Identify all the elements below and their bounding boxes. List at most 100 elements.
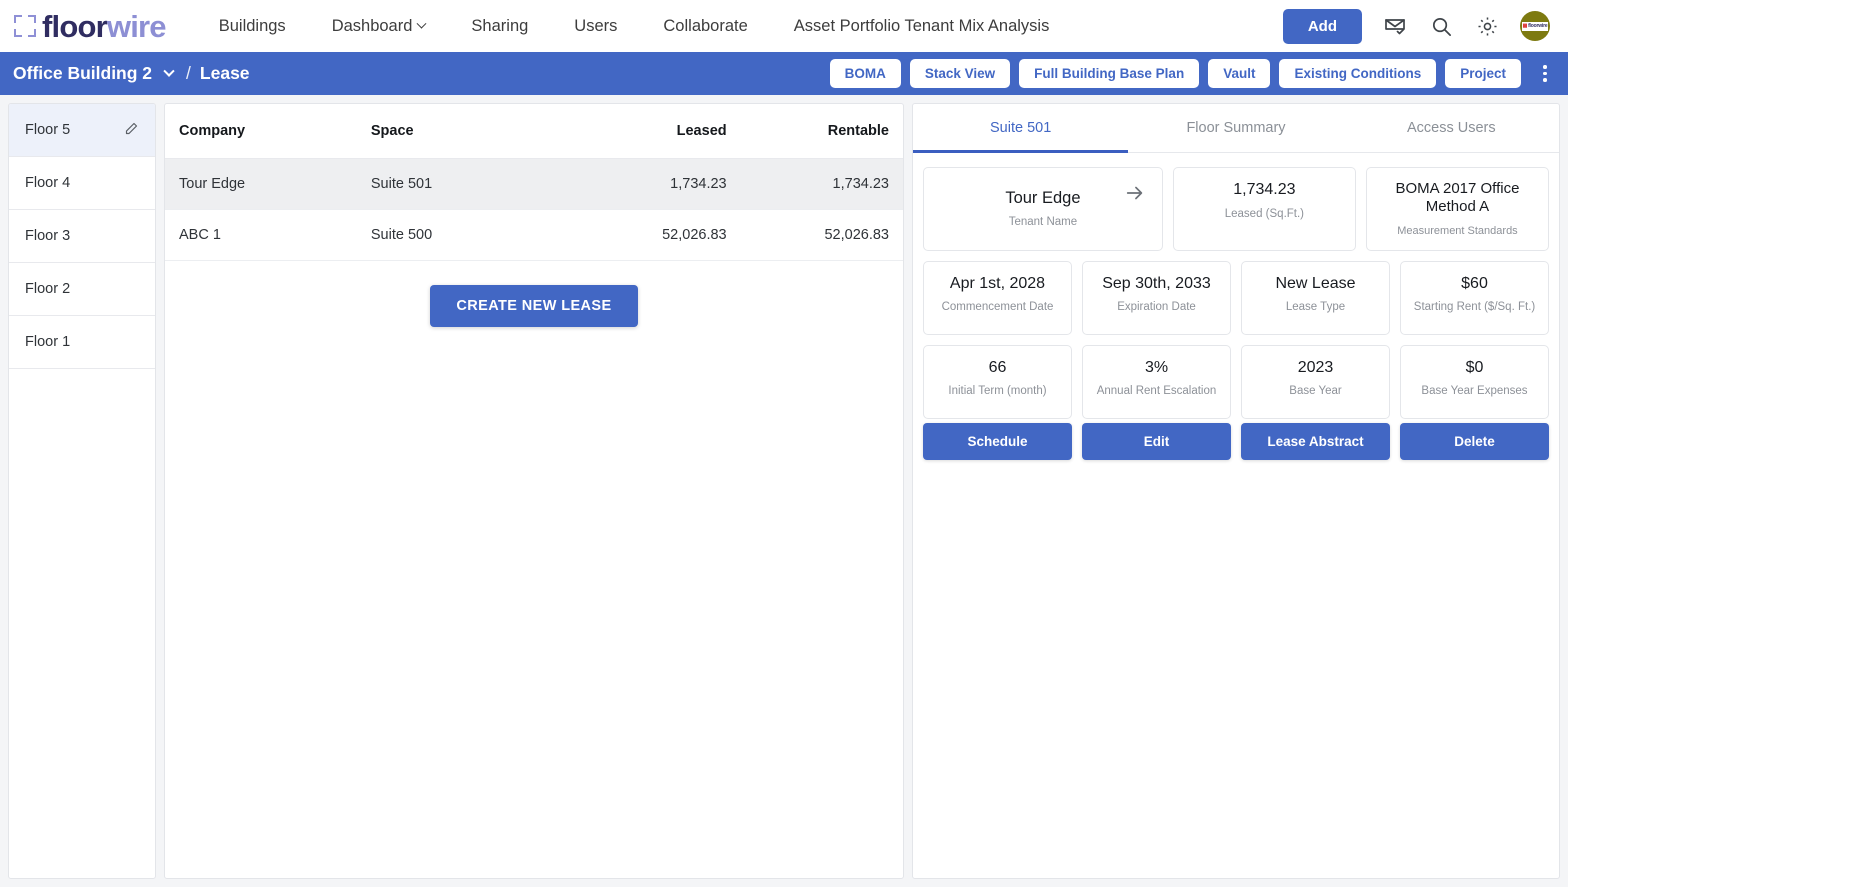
top-nav-right-actions: Add ▦ floorwire xyxy=(1282,8,1550,44)
nav-item-sharing[interactable]: Sharing xyxy=(448,17,551,36)
breadcrumb-separator: / xyxy=(186,63,191,83)
card-value: 66 xyxy=(988,358,1007,376)
nav-item-asset-portfolio-tenant-mix-analysis[interactable]: Asset Portfolio Tenant Mix Analysis xyxy=(771,17,1073,36)
edit-pencil-icon[interactable] xyxy=(124,121,139,140)
search-icon[interactable] xyxy=(1428,13,1454,39)
full-building-base-plan-button[interactable]: Full Building Base Plan xyxy=(1019,59,1200,88)
lease-detail-panel: Suite 501 Floor Summary Access Users Tou… xyxy=(912,103,1560,879)
cell-space: Suite 501 xyxy=(356,158,579,210)
card-label: Starting Rent ($/Sq. Ft.) xyxy=(1413,301,1536,314)
project-button[interactable]: Project xyxy=(1445,59,1521,88)
card-value: New Lease xyxy=(1275,274,1356,292)
card-leased-sqft: 1,734.23 Leased (Sq.Ft.) xyxy=(1172,167,1356,251)
table-row[interactable]: Tour Edge Suite 501 1,734.23 1,734.23 xyxy=(165,158,903,210)
table-row[interactable]: ABC 1 Suite 500 52,026.83 52,026.83 xyxy=(165,209,903,261)
boma-button[interactable]: BOMA xyxy=(829,59,901,88)
lease-abstract-button[interactable]: Lease Abstract xyxy=(1241,422,1390,460)
more-options-kebab-icon[interactable] xyxy=(1534,61,1556,87)
logo-bracket-icon xyxy=(14,15,36,37)
building-dropdown-chevron-icon[interactable] xyxy=(163,65,175,77)
card-label: Annual Rent Escalation xyxy=(1096,385,1217,398)
card-starting-rent: $60 Starting Rent ($/Sq. Ft.) xyxy=(1400,260,1549,335)
detail-tabs: Suite 501 Floor Summary Access Users xyxy=(913,104,1559,153)
nav-label-buildings: Buildings xyxy=(218,16,286,35)
lease-table-body: Tour Edge Suite 501 1,734.23 1,734.23 AB… xyxy=(165,158,903,261)
detail-card-row-1: Tour Edge Tenant Name 1,734.23 Leased (S… xyxy=(923,167,1549,251)
card-value: 2023 xyxy=(1297,358,1334,376)
cell-rentable: 52,026.83 xyxy=(740,209,903,261)
nav-item-collaborate[interactable]: Collaborate xyxy=(640,17,770,36)
go-to-tenant-arrow-icon[interactable] xyxy=(1124,182,1146,209)
card-label: Leased (Sq.Ft.) xyxy=(1224,207,1305,220)
card-tenant-name[interactable]: Tour Edge Tenant Name xyxy=(923,167,1163,251)
logo-text-floor: floor xyxy=(42,8,108,44)
floor-list-item-floor-5[interactable]: Floor 5 xyxy=(9,104,155,157)
tab-floor-summary[interactable]: Floor Summary xyxy=(1128,104,1343,153)
existing-conditions-button[interactable]: Existing Conditions xyxy=(1279,59,1437,88)
table-header-row: Company Space Leased Rentable xyxy=(165,104,903,159)
main-content: Floor 5 Floor 4 Floor 3 Floor 2 Floor 1 xyxy=(0,95,1568,887)
cell-space: Suite 500 xyxy=(356,209,579,261)
column-header-company[interactable]: Company xyxy=(165,104,357,159)
app-logo[interactable]: floorwire xyxy=(14,8,167,44)
floor-list-item-floor-2[interactable]: Floor 2 xyxy=(9,263,155,316)
card-label: Initial Term (month) xyxy=(948,385,1047,398)
create-new-lease-button[interactable]: CREATE NEW LEASE xyxy=(430,285,638,327)
card-label: Tenant Name xyxy=(1008,216,1078,229)
detail-cards: Tour Edge Tenant Name 1,734.23 Leased (S… xyxy=(913,153,1559,419)
floor-list-item-floor-1[interactable]: Floor 1 xyxy=(9,316,155,369)
card-value: Sep 30th, 2033 xyxy=(1102,274,1211,292)
cell-leased: 52,026.83 xyxy=(578,209,741,261)
card-label: Lease Type xyxy=(1285,301,1346,314)
avatar-logo-text: floorwire xyxy=(1528,23,1548,29)
floor-list: Floor 5 Floor 4 Floor 3 Floor 2 Floor 1 xyxy=(8,103,156,879)
breadcrumb-building[interactable]: Office Building 2 xyxy=(13,63,152,84)
card-base-year-expenses: $0 Base Year Expenses xyxy=(1400,344,1549,419)
breadcrumb-current: Lease xyxy=(199,63,250,83)
card-value: 3% xyxy=(1144,358,1169,376)
card-value: $0 xyxy=(1465,358,1484,376)
floor-label: Floor 4 xyxy=(25,175,71,191)
tab-suite-501[interactable]: Suite 501 xyxy=(913,104,1129,153)
cell-company: Tour Edge xyxy=(165,158,357,210)
floor-list-item-floor-3[interactable]: Floor 3 xyxy=(9,210,155,263)
stack-view-button[interactable]: Stack View xyxy=(909,59,1011,88)
edit-button[interactable]: Edit xyxy=(1082,422,1231,460)
lease-action-buttons: Schedule Edit Lease Abstract Delete xyxy=(913,419,1559,460)
primary-nav-links: Buildings Dashboard Sharing Users Collab… xyxy=(196,17,1073,36)
schedule-button[interactable]: Schedule xyxy=(923,422,1072,460)
user-avatar[interactable]: ▦ floorwire xyxy=(1520,11,1550,41)
tab-access-users[interactable]: Access Users xyxy=(1344,104,1559,153)
card-measurement-standards: BOMA 2017 Office Method A Measurement St… xyxy=(1365,167,1549,251)
column-header-rentable[interactable]: Rentable xyxy=(740,104,903,159)
detail-card-row-2: Apr 1st, 2028 Commencement Date Sep 30th… xyxy=(923,260,1549,335)
nav-item-buildings[interactable]: Buildings xyxy=(196,17,309,36)
column-header-leased[interactable]: Leased xyxy=(578,104,741,159)
logo-text-wire: wire xyxy=(106,8,167,44)
detail-card-row-3: 66 Initial Term (month) 3% Annual Rent E… xyxy=(923,344,1549,419)
floor-list-item-floor-4[interactable]: Floor 4 xyxy=(9,157,155,210)
vault-button[interactable]: Vault xyxy=(1208,59,1271,88)
column-header-space[interactable]: Space xyxy=(356,104,579,159)
context-toolbar-actions: BOMA Stack View Full Building Base Plan … xyxy=(829,59,1556,88)
nav-item-dashboard[interactable]: Dashboard xyxy=(309,17,449,36)
mail-check-icon[interactable] xyxy=(1382,13,1408,39)
floor-label: Floor 5 xyxy=(25,122,71,138)
chevron-down-icon xyxy=(416,18,427,29)
lease-table-panel: Company Space Leased Rentable Tour Edge … xyxy=(164,103,904,879)
cell-company: ABC 1 xyxy=(165,209,357,261)
card-label: Expiration Date xyxy=(1117,301,1196,314)
nav-item-users[interactable]: Users xyxy=(551,17,640,36)
create-lease-area: CREATE NEW LEASE xyxy=(165,261,903,327)
lease-table-head: Company Space Leased Rentable xyxy=(165,104,903,159)
card-label: Base Year Expenses xyxy=(1421,385,1528,398)
cell-rentable: 1,734.23 xyxy=(740,158,903,210)
card-base-year: 2023 Base Year xyxy=(1241,344,1390,419)
avatar-logo-chip: ▦ floorwire xyxy=(1522,21,1548,31)
gear-icon[interactable] xyxy=(1474,13,1500,39)
nav-label-asset-portfolio: Asset Portfolio Tenant Mix Analysis xyxy=(793,16,1050,35)
nav-label-collaborate: Collaborate xyxy=(663,16,748,35)
nav-label-users: Users xyxy=(574,16,618,35)
delete-button[interactable]: Delete xyxy=(1400,422,1549,460)
add-button[interactable]: Add xyxy=(1282,8,1362,44)
